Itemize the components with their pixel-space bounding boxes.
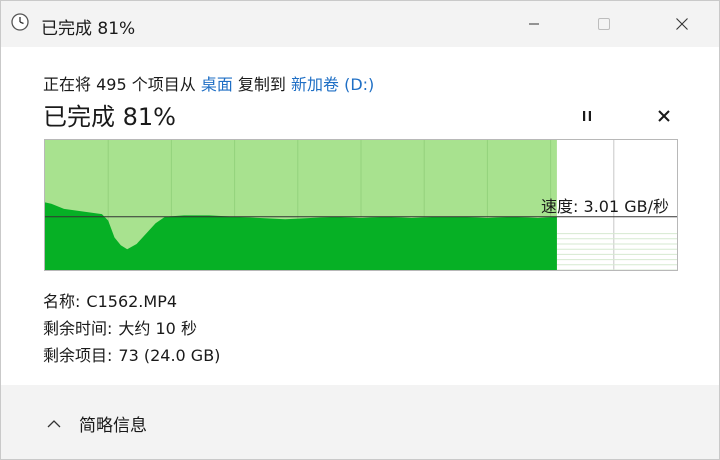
progress-headline: 已完成 81% — [43, 103, 176, 131]
progress-panel: 正在将 495 个项目从 桌面 复制到 新加卷 (D:) 已完成 81% 速度:… — [1, 47, 719, 385]
copy-description: 正在将 495 个项目从 桌面 复制到 新加卷 (D:) — [43, 71, 374, 95]
minimize-icon — [529, 23, 539, 25]
copy-progress-window: 已完成 81% 正在将 495 个项目从 桌面 复制到 新加卷 (D:) 已完成… — [0, 0, 720, 460]
close-icon — [676, 18, 688, 30]
close-icon — [658, 110, 670, 122]
name-label: 名称: — [43, 292, 81, 311]
cancel-button[interactable] — [649, 101, 679, 131]
pause-button[interactable] — [572, 101, 602, 131]
time-remaining-label: 剩余时间: — [43, 319, 113, 338]
pause-icon — [583, 111, 591, 121]
chevron-up-icon — [47, 419, 61, 427]
items-remaining-value: 73 (24.0 GB) — [118, 346, 221, 365]
copy-middle: 复制到 — [232, 75, 292, 94]
destination-link[interactable]: 新加卷 (D:) — [291, 75, 374, 94]
name-row: 名称: C1562.MP4 — [43, 288, 177, 312]
copy-prefix: 正在将 495 个项目从 — [43, 75, 201, 94]
maximize-button[interactable] — [581, 1, 627, 47]
name-value: C1562.MP4 — [86, 292, 178, 311]
time-remaining-row: 剩余时间: 大约 10 秒 — [43, 315, 197, 339]
footer-bar: 简略信息 — [1, 385, 719, 459]
window-title: 已完成 81% — [41, 19, 136, 39]
speed-label: 速度: 3.01 GB/秒 — [541, 197, 669, 216]
maximize-icon — [598, 18, 610, 30]
speed-graph: 速度: 3.01 GB/秒 — [44, 139, 678, 271]
time-remaining-value: 大约 10 秒 — [118, 319, 197, 338]
source-link[interactable]: 桌面 — [201, 75, 233, 94]
title-bar[interactable]: 已完成 81% — [1, 1, 719, 47]
fewer-details-button[interactable]: 简略信息 — [47, 411, 147, 436]
items-remaining-label: 剩余项目: — [43, 346, 113, 365]
minimize-button[interactable] — [511, 1, 557, 47]
clock-icon — [11, 13, 29, 31]
items-remaining-row: 剩余项目: 73 (24.0 GB) — [43, 342, 220, 366]
close-window-button[interactable] — [659, 1, 705, 47]
fewer-details-label: 简略信息 — [79, 416, 147, 436]
